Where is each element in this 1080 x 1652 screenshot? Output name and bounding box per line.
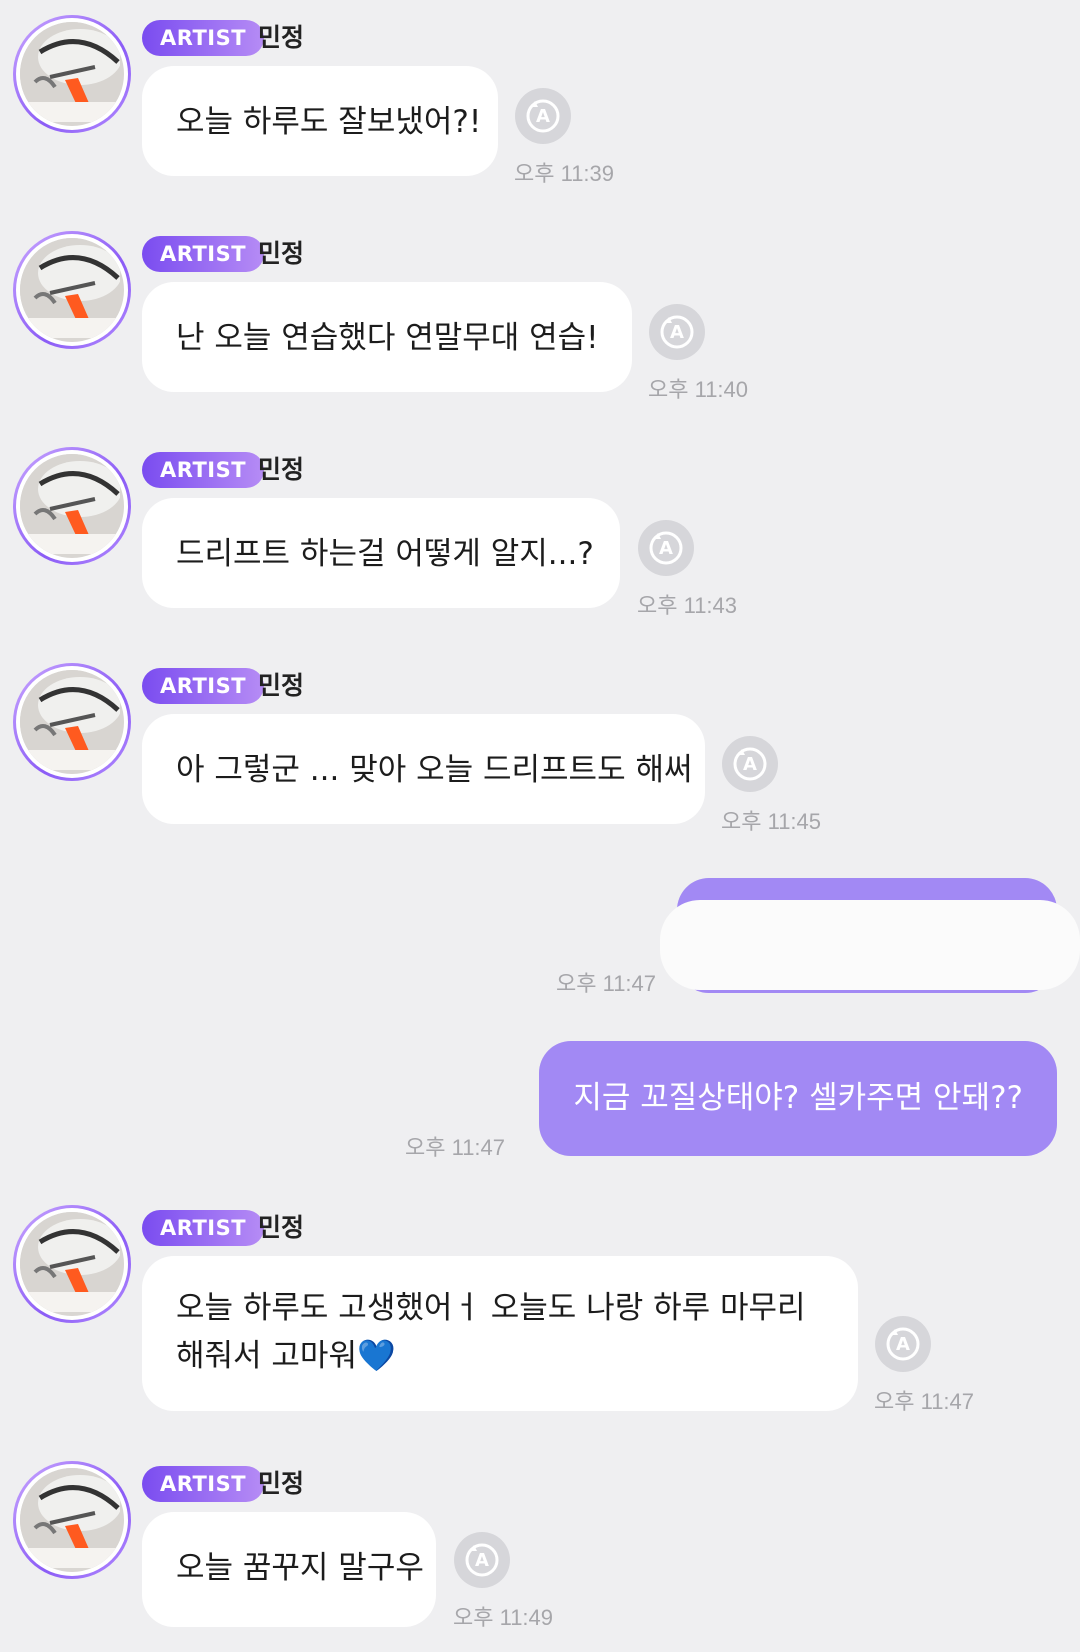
timestamp: 오후 11:39 xyxy=(514,161,615,186)
message-line: 오늘 하루도 고생했어ㅓ 오늘도 나랑 하루 마무리 xyxy=(176,1290,806,1326)
incoming-message: ARTIST 민정 드리프트 하는걸 어떻게 알지...? A 오후 11:43 xyxy=(0,432,1080,632)
timestamp: 오후 11:47 xyxy=(556,971,657,996)
artist-badge: ARTIST xyxy=(142,668,265,704)
message-line: 해줘서 고마워💙 xyxy=(176,1338,396,1374)
incoming-message: ARTIST 민정 오늘 꿈꾸지 말구우 A 오후 11:49 xyxy=(0,1446,1080,1646)
incoming-message: ARTIST 민정 아 그렇군 ... 맞아 오늘 드리프트도 해써 A 오후 … xyxy=(0,648,1080,848)
reply-icon[interactable]: A xyxy=(453,1531,511,1589)
incoming-message: ARTIST 민정 오늘 하루도 고생했어ㅓ 오늘도 나랑 하루 마무리 해줘서… xyxy=(0,1190,1080,1430)
artist-name: 민정 xyxy=(258,23,305,52)
reply-icon[interactable]: A xyxy=(874,1315,932,1373)
artist-name: 민정 xyxy=(258,671,305,700)
timestamp: 오후 11:45 xyxy=(721,809,822,834)
artist-badge: ARTIST xyxy=(142,20,265,56)
timestamp: 오후 11:47 xyxy=(874,1389,975,1414)
svg-text:A: A xyxy=(670,322,684,343)
message-bubble[interactable]: 오늘 하루도 잘보냈어?! xyxy=(142,66,498,176)
timestamp: 오후 11:47 xyxy=(405,1135,506,1160)
redaction-scribble xyxy=(730,940,1010,990)
message-bubble[interactable]: 오늘 하루도 고생했어ㅓ 오늘도 나랑 하루 마무리 해줘서 고마워💙 xyxy=(142,1256,858,1411)
artist-badge: ARTIST xyxy=(142,1210,265,1246)
artist-badge: ARTIST xyxy=(142,236,265,272)
artist-avatar[interactable] xyxy=(13,1461,131,1579)
artist-badge: ARTIST xyxy=(142,1466,265,1502)
timestamp: 오후 11:43 xyxy=(637,593,738,618)
svg-text:A: A xyxy=(896,1334,910,1355)
artist-avatar[interactable] xyxy=(13,447,131,565)
reply-icon[interactable]: A xyxy=(648,303,706,361)
artist-name: 민정 xyxy=(258,455,305,484)
artist-avatar[interactable] xyxy=(13,231,131,349)
artist-name: 민정 xyxy=(258,239,305,268)
timestamp: 오후 11:40 xyxy=(648,377,749,402)
message-bubble[interactable]: 난 오늘 연습했다 연말무대 연습! xyxy=(142,282,632,392)
svg-text:A: A xyxy=(475,1550,489,1571)
reply-icon[interactable]: A xyxy=(721,735,779,793)
artist-name: 민정 xyxy=(258,1469,305,1498)
incoming-message: ARTIST 민정 난 오늘 연습했다 연말무대 연습! A 오후 11:40 xyxy=(0,216,1080,416)
svg-text:A: A xyxy=(743,754,757,775)
outgoing-bubble[interactable]: 지금 꼬질상태야? 셀카주면 안돼?? xyxy=(539,1041,1057,1156)
reply-icon[interactable]: A xyxy=(514,87,572,145)
artist-avatar[interactable] xyxy=(13,663,131,781)
message-bubble[interactable]: 오늘 꿈꾸지 말구우 xyxy=(142,1512,436,1627)
reply-icon[interactable]: A xyxy=(637,519,695,577)
svg-text:A: A xyxy=(659,538,673,559)
message-bubble[interactable]: 아 그렇군 ... 맞아 오늘 드리프트도 해써 xyxy=(142,714,705,824)
artist-name: 민정 xyxy=(258,1213,305,1242)
svg-text:A: A xyxy=(536,106,550,127)
artist-avatar[interactable] xyxy=(13,1205,131,1323)
message-bubble[interactable]: 드리프트 하는걸 어떻게 알지...? xyxy=(142,498,620,608)
artist-avatar[interactable] xyxy=(13,15,131,133)
incoming-message: ARTIST 민정 오늘 하루도 잘보냈어?! A 오후 11:39 xyxy=(0,0,1080,200)
artist-badge: ARTIST xyxy=(142,452,265,488)
timestamp: 오후 11:49 xyxy=(453,1605,554,1630)
